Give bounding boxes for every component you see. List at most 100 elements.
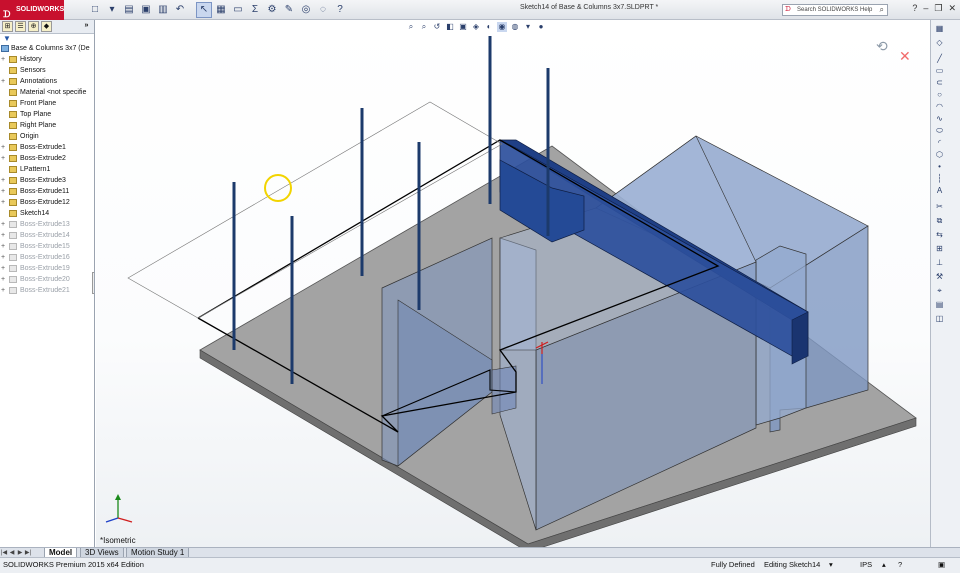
- exit-sketch-icon[interactable]: ✕: [899, 48, 911, 65]
- view-settings-icon[interactable]: ▾: [523, 22, 533, 32]
- hide-show-icon[interactable]: ◐: [484, 22, 494, 32]
- circle-icon[interactable]: ○: [934, 90, 945, 100]
- measure-icon[interactable]: ✎: [282, 3, 296, 17]
- property-manager-tab-icon[interactable]: ☰: [15, 21, 26, 32]
- tree-item[interactable]: Sensors: [0, 65, 94, 76]
- text-icon[interactable]: A: [934, 186, 945, 196]
- expand-toggle-icon[interactable]: +: [1, 285, 5, 296]
- expand-toggle-icon[interactable]: +: [1, 76, 5, 87]
- polygon-icon[interactable]: ⬡: [934, 150, 945, 160]
- tree-item[interactable]: LPattern1: [0, 164, 94, 175]
- help-menu-icon[interactable]: ?: [912, 3, 917, 14]
- expand-toggle-icon[interactable]: +: [1, 263, 5, 274]
- expand-toggle-icon[interactable]: +: [1, 153, 5, 164]
- offset-icon[interactable]: ⧉: [934, 216, 945, 226]
- units-dropdown-icon[interactable]: ▴: [882, 558, 886, 572]
- tree-item[interactable]: + Boss-Extrude21: [0, 285, 94, 296]
- trim-icon[interactable]: ✂: [934, 202, 945, 212]
- tree-item[interactable]: + Boss-Extrude14: [0, 230, 94, 241]
- point-icon[interactable]: •: [934, 162, 945, 172]
- expand-panel-icon[interactable]: »: [81, 21, 92, 32]
- graphics-area[interactable]: ⌕ ⌕ ↺ ◧ ▣ ◈ ◐ ◉ ◍ ▾ ● ⟲ ✕ *Isometric: [96, 20, 930, 547]
- scene-icon[interactable]: ◍: [510, 22, 520, 32]
- open-icon[interactable]: ▾: [105, 3, 119, 17]
- tree-item[interactable]: + Boss-Extrude13: [0, 219, 94, 230]
- print-icon[interactable]: ▥: [156, 3, 170, 17]
- ellipse-icon[interactable]: ⬭: [934, 126, 945, 136]
- expand-toggle-icon[interactable]: +: [1, 175, 5, 186]
- rebuild-icon[interactable]: ▦: [214, 3, 228, 17]
- instant2d-icon[interactable]: ◫: [934, 314, 945, 324]
- expand-toggle-icon[interactable]: +: [1, 197, 5, 208]
- solidworks-logo[interactable]: ᗪ SOLIDWORKS: [0, 0, 64, 20]
- save-icon[interactable]: ▣: [139, 3, 153, 17]
- expand-toggle-icon[interactable]: +: [1, 186, 5, 197]
- help-icon[interactable]: ?: [333, 3, 347, 17]
- tree-item[interactable]: + Boss-Extrude20: [0, 274, 94, 285]
- units-selector[interactable]: IPS: [860, 558, 872, 572]
- undo-icon[interactable]: ↶: [173, 3, 187, 17]
- expand-toggle-icon[interactable]: +: [1, 54, 5, 65]
- dimxpert-tab-icon[interactable]: ◆: [41, 21, 52, 32]
- tree-item[interactable]: + Boss-Extrude12: [0, 197, 94, 208]
- edit-appearance-icon[interactable]: ◉: [497, 22, 507, 32]
- panel-resize-handle[interactable]: [92, 272, 94, 294]
- confirmation-corner-icon[interactable]: ⟲: [876, 38, 888, 55]
- centerline-icon[interactable]: ┆: [934, 174, 945, 184]
- tree-item[interactable]: Sketch14: [0, 208, 94, 219]
- expand-toggle-icon[interactable]: +: [1, 241, 5, 252]
- help-search-input[interactable]: ᗪ Search SOLIDWORKS Help ⌕: [782, 4, 888, 16]
- spline-icon[interactable]: ∿: [934, 114, 945, 124]
- minimize-icon[interactable]: –: [923, 3, 928, 14]
- tree-item[interactable]: + Boss-Extrude16: [0, 252, 94, 263]
- sketch-tools-icon[interactable]: ▦: [934, 24, 945, 34]
- pattern-icon[interactable]: ⊞: [934, 244, 945, 254]
- tree-item[interactable]: Origin: [0, 131, 94, 142]
- mirror-icon[interactable]: ⇆: [934, 230, 945, 240]
- section-view-icon[interactable]: ◧: [445, 22, 455, 32]
- line-icon[interactable]: ╱: [934, 54, 945, 64]
- expand-toggle-icon[interactable]: +: [1, 230, 5, 241]
- tree-item[interactable]: Top Plane: [0, 109, 94, 120]
- rectangle-icon[interactable]: ▭: [934, 66, 945, 76]
- open-folder-icon[interactable]: ▤: [122, 3, 136, 17]
- tree-item[interactable]: + History: [0, 54, 94, 65]
- feature-tree-tab-icon[interactable]: ⊞: [2, 21, 13, 32]
- tree-item[interactable]: Material <not specifie: [0, 87, 94, 98]
- file-properties-icon[interactable]: ▭: [231, 3, 245, 17]
- close-icon[interactable]: ✕: [948, 3, 956, 14]
- config-manager-tab-icon[interactable]: ⊕: [28, 21, 39, 32]
- filter-icon[interactable]: ▼: [0, 34, 94, 43]
- slot-icon[interactable]: ⊂: [934, 78, 945, 88]
- expand-toggle-icon[interactable]: +: [1, 219, 5, 230]
- rebuild-status-icon[interactable]: ▾: [829, 558, 833, 572]
- previous-view-icon[interactable]: ↺: [432, 22, 442, 32]
- display-style-icon[interactable]: ◈: [471, 22, 481, 32]
- zoom-to-fit-icon[interactable]: ⌕: [406, 22, 416, 32]
- tree-item[interactable]: + Boss-Extrude19: [0, 263, 94, 274]
- quick-snaps-icon[interactable]: ⌖: [934, 286, 945, 296]
- zoom-area-icon[interactable]: ⌕: [419, 22, 429, 32]
- help-status-icon[interactable]: ?: [898, 558, 902, 572]
- sum-icon[interactable]: Σ: [248, 3, 262, 17]
- expand-toggle-icon[interactable]: +: [1, 274, 5, 285]
- relations-icon[interactable]: ⊥: [934, 258, 945, 268]
- appearance-ball-icon[interactable]: ●: [536, 22, 546, 32]
- fillet-icon[interactable]: ◜: [934, 138, 945, 148]
- display-icon[interactable]: ◌: [316, 3, 330, 17]
- expand-toggle-icon[interactable]: +: [1, 252, 5, 263]
- new-document-icon[interactable]: □: [88, 3, 102, 17]
- tree-item[interactable]: + Boss-Extrude15: [0, 241, 94, 252]
- search-icon[interactable]: ⌕: [880, 5, 884, 15]
- tree-item[interactable]: + Annotations: [0, 76, 94, 87]
- tree-item[interactable]: Front Plane: [0, 98, 94, 109]
- tree-root-part[interactable]: Base & Columns 3x7 (De: [0, 43, 94, 54]
- expand-toggle-icon[interactable]: +: [1, 142, 5, 153]
- repair-icon[interactable]: ⚒: [934, 272, 945, 282]
- select-icon[interactable]: ↖: [196, 2, 212, 18]
- smart-dimension-icon[interactable]: ◇: [934, 38, 945, 48]
- arc-icon[interactable]: ◠: [934, 102, 945, 112]
- status-bar-icon[interactable]: ▣: [938, 558, 945, 572]
- tree-item[interactable]: + Boss-Extrude3: [0, 175, 94, 186]
- model-view[interactable]: [96, 20, 930, 547]
